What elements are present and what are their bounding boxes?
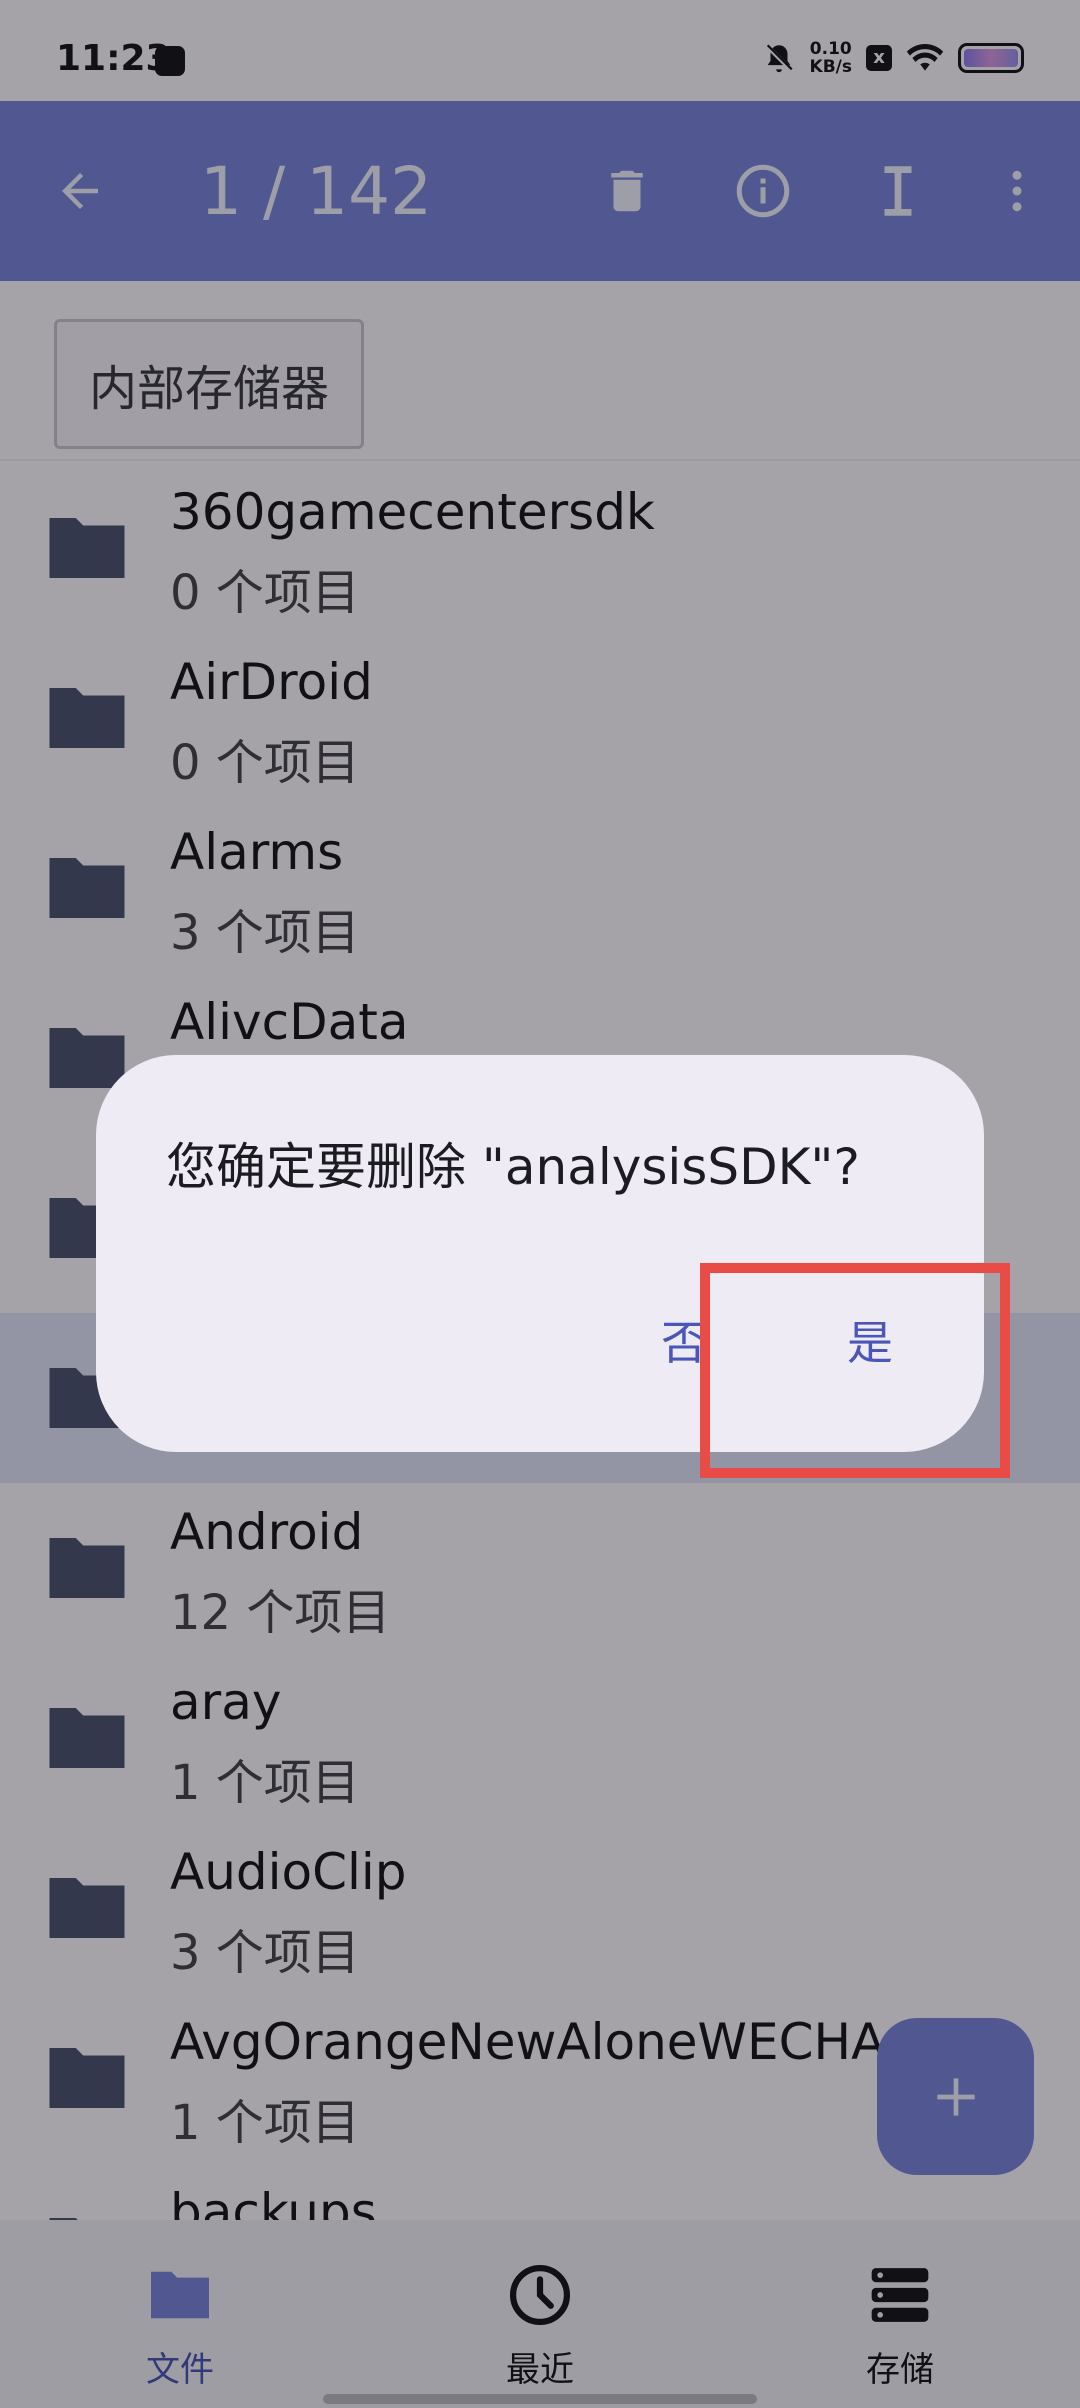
- dialog-message: 您确定要删除 "analysisSDK"?: [166, 1138, 860, 1196]
- highlight-box: [700, 1263, 1010, 1478]
